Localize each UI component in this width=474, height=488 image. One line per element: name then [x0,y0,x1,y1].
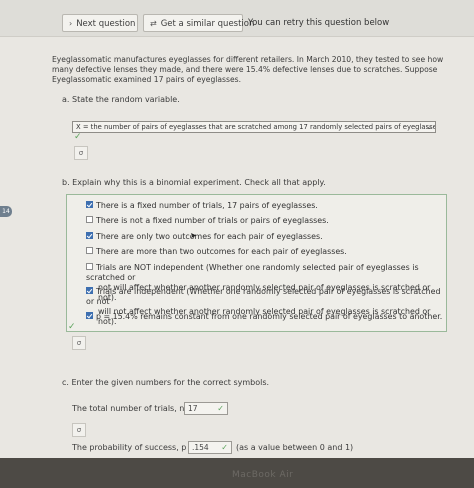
similar-question-button[interactable]: ⇄ Get a similar question [143,14,254,32]
trials-value: 17 [188,404,198,413]
next-question-button[interactable]: › Next question [62,14,138,32]
top-toolbar: › Next question ⇄ Get a similar question Y… [0,0,474,37]
laptop-brand: MacBook Air [232,470,294,480]
part-b-check-icon: ✓ [68,322,76,332]
option-not-fixed-trials[interactable]: There is not a fixed number of trials or… [86,216,446,226]
random-variable-value: X = the number of pairs of eyeglasses th… [76,123,436,131]
option-fixed-trials[interactable]: There is a fixed number of trials, 17 pa… [86,201,446,211]
option-two-outcomes[interactable]: There are only two outcomes for each pai… [86,232,446,242]
probability-input[interactable]: .154 ✓ [188,441,232,454]
checkbox-checked-icon[interactable] [86,201,93,208]
option-label: Trials are NOT independent (Whether one … [86,263,419,282]
refresh-icon: ⇄ [150,19,157,28]
checkbox-checked-icon[interactable] [86,287,93,294]
part-a-check-icon: ✓ [74,132,82,142]
part-b-label: b. Explain why this is a binomial experi… [62,178,326,187]
part-a-label: a. State the random variable. [62,95,180,104]
trials-check-icon: ✓ [217,404,224,413]
random-variable-select[interactable]: X = the number of pairs of eyeglasses th… [72,121,436,133]
sigma-button-b[interactable]: σ [72,336,86,350]
option-label: There are only two outcomes for each pai… [96,232,323,241]
probability-check-icon: ✓ [221,443,228,452]
checkbox-checked-icon[interactable] [86,312,93,319]
option-label: There is a fixed number of trials, 17 pa… [96,201,318,210]
option-label: Trials are independent (Whether one rand… [86,287,441,306]
question-intro: Eyeglassomatic manufactures eyeglasses f… [52,55,444,84]
sigma-button-a[interactable]: σ [74,146,88,160]
question-number-badge: 14 [0,206,12,217]
checkbox-unchecked-icon[interactable] [86,247,93,254]
trials-input[interactable]: 17 ✓ [184,402,228,415]
chevron-right-icon: › [69,19,73,28]
probability-label: The probability of success, p = [72,443,196,452]
checkbox-unchecked-icon[interactable] [86,263,93,270]
similar-question-label: Get a similar question [160,19,255,29]
sigma-button-c[interactable]: σ [72,423,86,437]
option-constant-p[interactable]: p = 15.4% remains constant from one rand… [86,312,446,322]
screen: › Next question ⇄ Get a similar question Y… [0,0,474,458]
trials-label: The total number of trials, n = [72,404,194,413]
option-more-outcomes[interactable]: There are more than two outcomes for eac… [86,247,446,257]
checkbox-unchecked-icon[interactable] [86,216,93,223]
probability-value: .154 [192,443,209,452]
option-label: p = 15.4% remains constant from one rand… [96,312,443,321]
part-c-label: c. Enter the given numbers for the corre… [62,378,270,387]
mouse-cursor-icon: ➤ [190,231,197,240]
option-label: There are more than two outcomes for eac… [96,247,347,256]
retry-text: You can retry this question below [248,18,390,28]
checkbox-checked-icon[interactable] [86,232,93,239]
chevron-down-icon: ⌄ [426,123,432,131]
next-question-label: Next question [76,19,136,29]
probability-hint: (as a value between 0 and 1) [236,443,354,452]
option-label: There is not a fixed number of trials or… [96,216,329,225]
